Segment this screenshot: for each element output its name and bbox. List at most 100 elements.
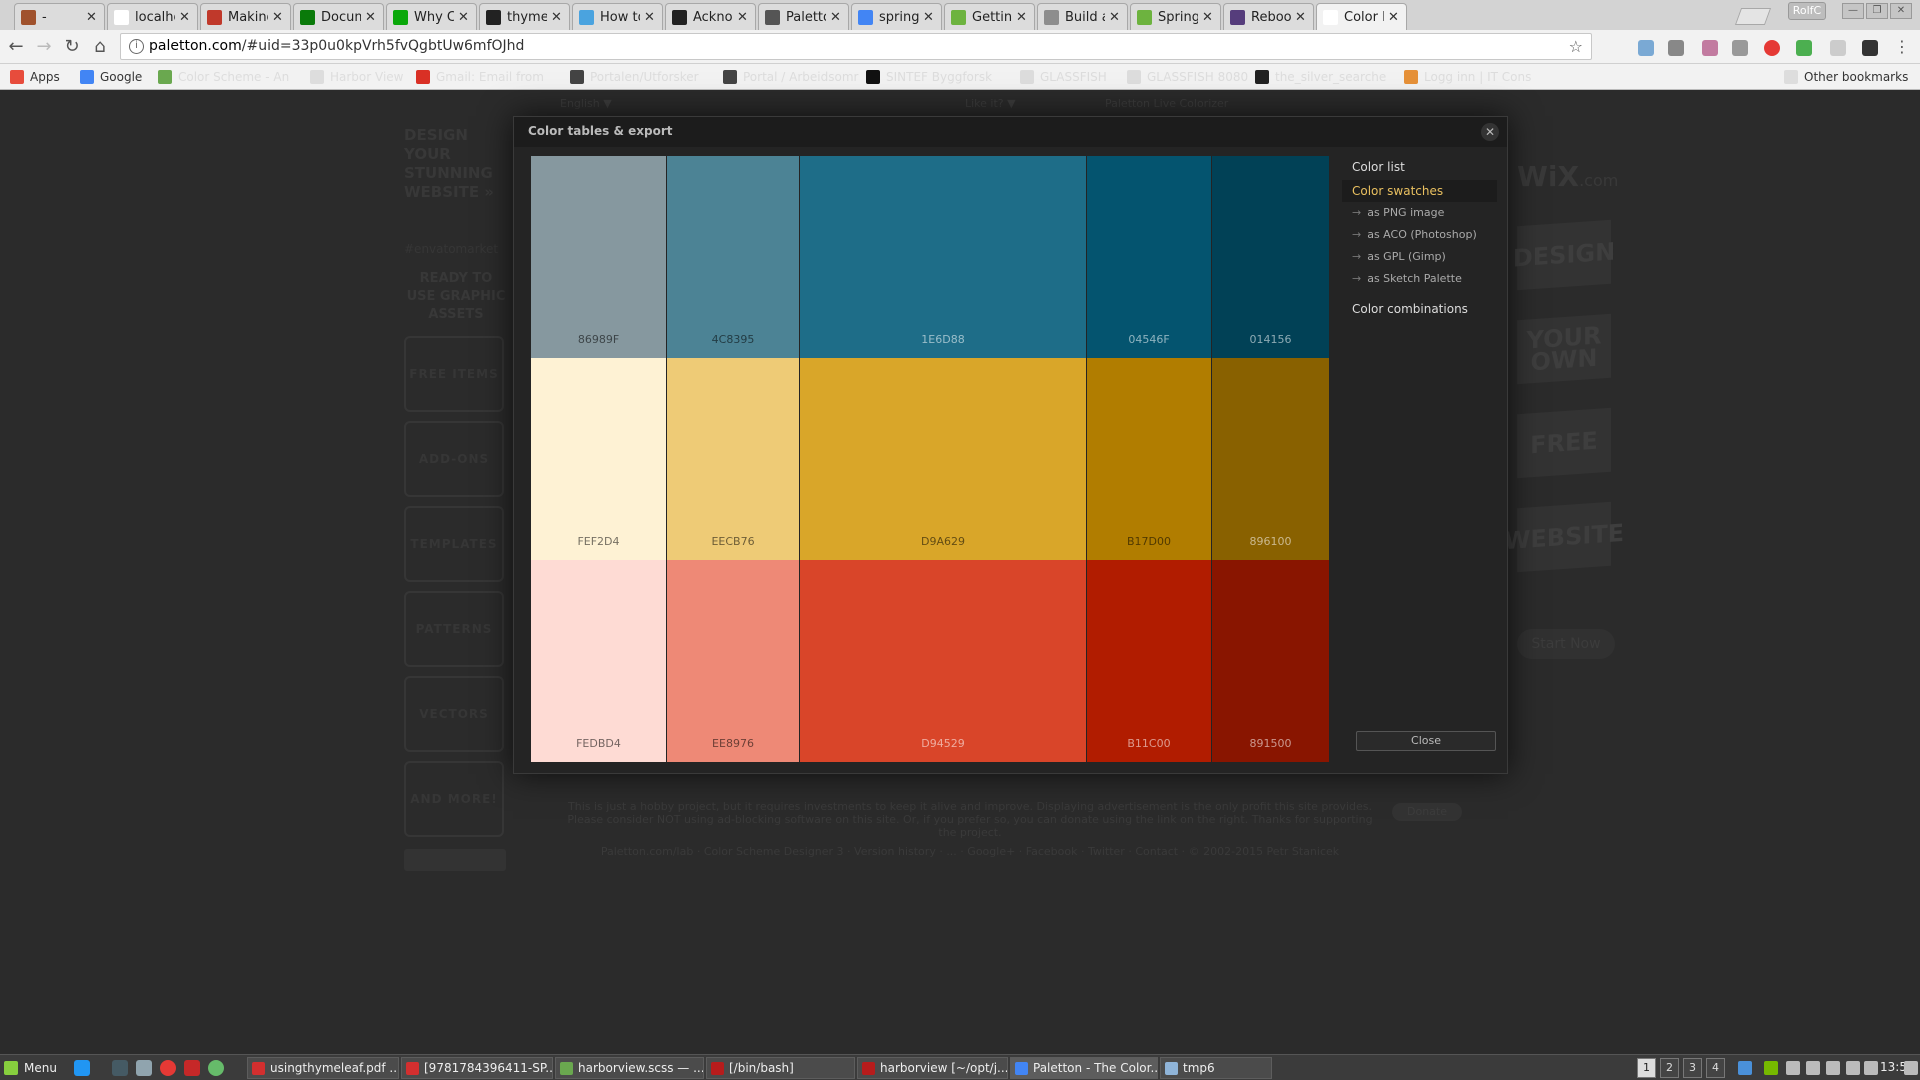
menu-export-png[interactable]: → as PNG image xyxy=(1342,204,1497,226)
browser-tab[interactable]: Why CSS (✕ xyxy=(386,3,477,30)
tab-close-icon[interactable]: ✕ xyxy=(1388,10,1400,25)
tab-close-icon[interactable]: ✕ xyxy=(1109,10,1121,25)
language-selector[interactable]: English ▼ xyxy=(560,97,612,110)
tab-close-icon[interactable]: ✕ xyxy=(830,10,842,25)
bookmark-star-icon[interactable]: ☆ xyxy=(1569,37,1583,56)
color-swatch[interactable]: 896100 xyxy=(1212,358,1329,560)
nvidia-icon[interactable] xyxy=(1764,1061,1778,1075)
show-desktop-icon[interactable] xyxy=(74,1060,90,1076)
workspace-button[interactable]: 4 xyxy=(1706,1058,1725,1078)
bookmark-item[interactable]: Harbor View xyxy=(310,68,404,86)
green-extension-icon[interactable] xyxy=(1796,40,1812,56)
ad-button[interactable] xyxy=(404,849,506,871)
menu-export-sketch[interactable]: → as Sketch Palette xyxy=(1342,270,1497,292)
new-tab-button[interactable] xyxy=(1734,8,1772,25)
color-swatch[interactable]: B11C00 xyxy=(1087,560,1211,762)
tab-close-icon[interactable]: ✕ xyxy=(365,10,377,25)
taskbar-window[interactable]: harborview.scss — ... xyxy=(555,1057,704,1079)
minimize-icon[interactable]: — xyxy=(1842,3,1864,19)
menu-export-gpl[interactable]: → as GPL (Gimp) xyxy=(1342,248,1497,270)
browser-tab[interactable]: Build a RE ✕ xyxy=(1037,3,1128,30)
ad-box[interactable]: PATTERNS xyxy=(404,591,504,667)
shield-icon[interactable] xyxy=(1738,1061,1752,1075)
ad-box[interactable]: VECTORS xyxy=(404,676,504,752)
browser-tab[interactable]: thymeleaf ✕ xyxy=(479,3,570,30)
workspace-button[interactable]: 2 xyxy=(1660,1058,1679,1078)
ad-box[interactable]: TEMPLATES xyxy=(404,506,504,582)
tab-close-icon[interactable]: ✕ xyxy=(923,10,935,25)
tab-close-icon[interactable]: ✕ xyxy=(272,10,284,25)
ad-box[interactable]: AND MORE! xyxy=(404,761,504,837)
adblock-extension-icon[interactable] xyxy=(1764,40,1780,56)
wix-ad[interactable]: WiX.com DESIGN YOUR OWN FREE WEBSITE Sta… xyxy=(1504,160,1624,659)
color-swatch[interactable]: EECB76 xyxy=(667,358,799,560)
workspace-button[interactable]: 1 xyxy=(1637,1058,1656,1078)
color-swatch[interactable]: D94529 xyxy=(800,560,1086,762)
taskbar-window[interactable]: [/bin/bash] xyxy=(706,1057,855,1079)
tab-close-icon[interactable]: ✕ xyxy=(1202,10,1214,25)
reload-icon[interactable]: ↻ xyxy=(60,35,84,59)
tab-close-icon[interactable]: ✕ xyxy=(1295,10,1307,25)
taskbar-window[interactable]: [9781784396411-SP... xyxy=(401,1057,553,1079)
close-window-icon[interactable]: ✕ xyxy=(1890,3,1912,19)
browser-tab[interactable]: Paletton - ✕ xyxy=(758,3,849,30)
live-colorizer-link[interactable]: Paletton Live Colorizer xyxy=(1105,97,1228,110)
color-swatch[interactable]: EE8976 xyxy=(667,560,799,762)
bookmark-item[interactable]: Apps xyxy=(10,68,60,86)
volume-icon[interactable] xyxy=(1904,1061,1918,1075)
bookmark-item[interactable]: Google xyxy=(80,68,142,86)
brush-extension-icon[interactable] xyxy=(1862,40,1878,56)
address-bar[interactable]: i paletton.com/#uid=33p0u0kpVrh5fvQgbtUw… xyxy=(120,33,1592,60)
tab-close-icon[interactable]: ✕ xyxy=(179,10,191,25)
bookmark-item[interactable]: GLASSFISH xyxy=(1020,68,1107,86)
home-icon[interactable]: ⌂ xyxy=(88,35,112,59)
tab-close-icon[interactable]: ✕ xyxy=(644,10,656,25)
ad-box[interactable]: ADD-ONS xyxy=(404,421,504,497)
atom-launcher-icon[interactable] xyxy=(208,1060,224,1076)
tab-close-icon[interactable]: ✕ xyxy=(1016,10,1028,25)
bookmark-item[interactable]: the_silver_searche xyxy=(1255,68,1386,86)
recycle-extension-icon[interactable] xyxy=(1668,40,1684,56)
menu-color-swatches[interactable]: Color swatches xyxy=(1342,180,1497,202)
color-swatch[interactable]: B17D00 xyxy=(1087,358,1211,560)
bookmark-item[interactable]: SINTEF Byggforsk xyxy=(866,68,992,86)
browser-tab[interactable]: Documen ✕ xyxy=(293,3,384,30)
wix-start-button[interactable]: Start Now xyxy=(1517,629,1615,659)
css-extension-icon[interactable] xyxy=(1638,40,1654,56)
app-launcher-icon[interactable] xyxy=(184,1060,200,1076)
chrome-launcher-icon[interactable] xyxy=(160,1060,176,1076)
browser-tab[interactable]: Making W ✕ xyxy=(200,3,291,30)
color-swatch[interactable]: 86989F xyxy=(531,156,666,358)
taskbar-window[interactable]: tmp6 xyxy=(1160,1057,1272,1079)
browser-tab[interactable]: Spring's R ✕ xyxy=(1130,3,1221,30)
taskbar-window[interactable]: Paletton - The Color... xyxy=(1010,1057,1158,1079)
bookmark-item[interactable]: Other bookmarks xyxy=(1784,68,1908,86)
maximize-icon[interactable]: ❐ xyxy=(1866,3,1888,19)
bookmark-item[interactable]: Portal / Arbeidsomr xyxy=(723,68,858,86)
kebab-menu-icon[interactable]: ⋮ xyxy=(1890,35,1914,59)
tab-close-icon[interactable]: ✕ xyxy=(551,10,563,25)
bookmark-item[interactable]: Gmail: Email from xyxy=(416,68,544,86)
ad-box[interactable]: FREE ITEMS xyxy=(404,336,504,412)
taskbar-window[interactable]: harborview [~/opt/j... xyxy=(857,1057,1008,1079)
color-swatch[interactable]: 4C8395 xyxy=(667,156,799,358)
user-icon[interactable] xyxy=(1806,1061,1820,1075)
envato-ad[interactable]: DESIGN YOUR STUNNING WEBSITE » #envatoma… xyxy=(404,126,508,871)
bluetooth-icon[interactable] xyxy=(1864,1061,1878,1075)
bookmark-item[interactable]: Portalen/Utforsker xyxy=(570,68,699,86)
menu-color-combinations[interactable]: Color combinations xyxy=(1342,298,1497,320)
bookmark-item[interactable]: Logg inn | IT Cons xyxy=(1404,68,1531,86)
tab-close-icon[interactable]: ✕ xyxy=(737,10,749,25)
bookmark-item[interactable]: Color Scheme - An xyxy=(158,68,289,86)
browser-tab[interactable]: Getting St ✕ xyxy=(944,3,1035,30)
footer-links[interactable]: Paletton.com/lab · Color Scheme Designer… xyxy=(560,845,1380,858)
browser-tab[interactable]: spring mv ✕ xyxy=(851,3,942,30)
workspace-button[interactable]: 3 xyxy=(1683,1058,1702,1078)
display-icon[interactable] xyxy=(1786,1061,1800,1075)
browser-tab[interactable]: localhost: ✕ xyxy=(107,3,198,30)
color-swatch[interactable]: FEDBD4 xyxy=(531,560,666,762)
color-swatch[interactable]: 891500 xyxy=(1212,560,1329,762)
like-it-menu[interactable]: Like it? ▼ xyxy=(965,97,1016,110)
color-swatch[interactable]: 1E6D88 xyxy=(800,156,1086,358)
bookmark-item[interactable]: GLASSFISH 8080 xyxy=(1127,68,1248,86)
